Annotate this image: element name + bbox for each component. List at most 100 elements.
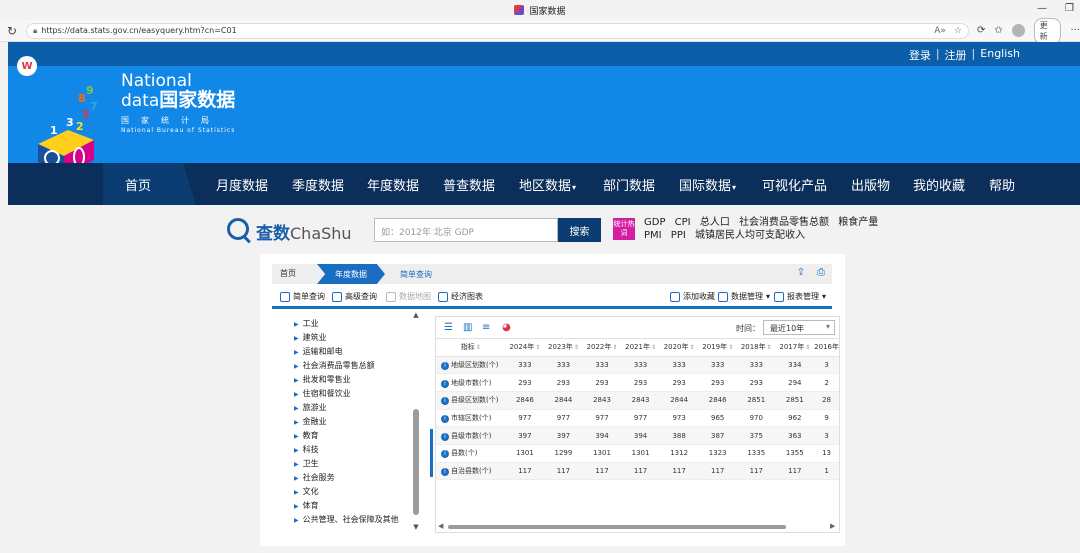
share-icon[interactable]: ⇪	[795, 267, 807, 280]
nav-item-quarterly[interactable]: 季度数据	[292, 175, 344, 194]
nav-item-regional[interactable]: 地区数据▾	[519, 175, 576, 194]
info-icon[interactable]: i	[441, 414, 449, 423]
add-favorite-button[interactable]: 添加收藏	[670, 291, 715, 302]
column-header[interactable]: 2019年⇕	[698, 339, 737, 357]
tree-scroll-thumb[interactable]	[413, 409, 419, 515]
nav-item-favorites[interactable]: 我的收藏	[913, 175, 965, 194]
tree-item[interactable]: 运输和邮电	[294, 346, 343, 357]
breadcrumb-annual[interactable]: 年度数据	[317, 264, 385, 284]
horizontal-scrollbar[interactable]: ◀ ▶	[436, 522, 839, 532]
tree-item[interactable]: 建筑业	[294, 332, 327, 343]
nav-item-visualization[interactable]: 可视化产品	[762, 175, 827, 194]
tree-item[interactable]: 批发和零售业	[294, 374, 351, 385]
info-icon[interactable]: i	[441, 397, 449, 406]
hot-word-link[interactable]: 总人口	[700, 217, 730, 228]
table-row[interactable]: i 地级区划数(个) 333 333 333 333 333 333 333 334 3	[436, 356, 839, 375]
report-management-button[interactable]: 报表管理 ▾	[774, 291, 826, 302]
data-map-button[interactable]: 数据地图	[386, 291, 431, 302]
simple-query-button[interactable]: 简单查询	[280, 291, 325, 302]
tree-item[interactable]: 旅游业	[294, 402, 327, 413]
hot-word-link[interactable]: CPI	[675, 217, 691, 228]
nav-item-annual[interactable]: 年度数据	[367, 175, 419, 194]
scroll-up-icon[interactable]: ▲	[412, 311, 420, 319]
data-management-button[interactable]: 数据管理 ▾	[718, 291, 770, 302]
search-input[interactable]: 如：2012年 北京 GDP	[374, 218, 558, 242]
breadcrumb-simple-query[interactable]: 简单查询	[400, 269, 432, 280]
table-row[interactable]: i 市辖区数(个) 977 977 977 977 973 965 970 962 9	[436, 409, 839, 428]
weibo-icon[interactable]: W	[17, 56, 37, 76]
scroll-left-icon[interactable]: ◀	[438, 522, 443, 530]
nav-item-department[interactable]: 部门数据	[603, 175, 655, 194]
column-header[interactable]: 2023年⇕	[544, 339, 583, 357]
hot-word-link[interactable]: 社会消费品零售总额	[739, 217, 829, 228]
table-row[interactable]: i 县数(个) 1301 1299 1301 1301 1312 1323 1335 1355 13	[436, 444, 839, 463]
nav-item-help[interactable]: 帮助	[989, 175, 1015, 194]
tree-item[interactable]: 金融业	[294, 416, 327, 427]
scroll-down-icon[interactable]: ▼	[412, 523, 420, 531]
info-icon[interactable]: i	[441, 450, 449, 459]
tree-item[interactable]: 卫生	[294, 458, 319, 469]
tree-item[interactable]: 教育	[294, 430, 319, 441]
url-field[interactable]: 🔒︎ https://data.stats.gov.cn/easyquery.h…	[25, 22, 969, 39]
read-aloud-icon[interactable]: A»	[934, 26, 946, 36]
english-link[interactable]: English	[980, 47, 1020, 63]
sort-icon[interactable]: ≡	[482, 323, 494, 333]
login-link[interactable]: 登录	[909, 47, 931, 63]
hot-word-link[interactable]: PMI	[644, 230, 662, 241]
refresh-icon[interactable]: ↻	[2, 24, 22, 38]
table-view-icon[interactable]: ☰	[444, 323, 456, 333]
breadcrumb-home[interactable]: 首页	[280, 268, 296, 279]
maximize-icon[interactable]: ❐	[1065, 3, 1074, 14]
econ-chart-button[interactable]: 经济图表	[438, 291, 483, 302]
bar-chart-icon[interactable]: ▥	[463, 323, 475, 333]
profile-avatar[interactable]	[1011, 24, 1025, 37]
tree-item[interactable]: 社会服务	[294, 472, 335, 483]
scroll-right-icon[interactable]: ▶	[830, 522, 835, 530]
table-row[interactable]: i 地级市数(个) 293 293 293 293 293 293 293 294 2	[436, 373, 839, 392]
hot-word-link[interactable]: 粮食产量	[838, 217, 878, 228]
favorite-star-icon[interactable]: ☆	[954, 26, 962, 36]
table-row[interactable]: i 县级区划数(个) 2846 2844 2843 2843 2844 2846 2851 285…	[436, 391, 839, 410]
advanced-query-button[interactable]: 高级查询	[332, 291, 377, 302]
tree-item[interactable]: 文化	[294, 486, 319, 497]
search-button[interactable]: 搜索	[558, 218, 601, 242]
column-header[interactable]: 2018年⇕	[736, 339, 776, 357]
horizontal-scroll-thumb[interactable]	[448, 525, 786, 529]
tree-scrollbar[interactable]: ▲ ▼	[412, 311, 420, 533]
column-header[interactable]: 指标⇕	[436, 339, 506, 357]
column-header[interactable]: 2024年⇕	[505, 339, 545, 357]
nav-item-international[interactable]: 国际数据▾	[679, 175, 736, 194]
tree-item[interactable]: 社会消费品零售总额	[294, 360, 375, 371]
tree-item[interactable]: 住宿和餐饮业	[294, 388, 351, 399]
pie-chart-icon[interactable]: ◕	[502, 323, 514, 333]
site-logo-icon[interactable]: 9 8 7 5 1 2 3	[26, 82, 104, 174]
nav-item-publications[interactable]: 出版物	[851, 175, 890, 194]
table-row[interactable]: i 自治县数(个) 117 117 117 117 117 117 117 117 1	[436, 462, 839, 481]
nav-item-home[interactable]: 首页	[125, 175, 151, 194]
favorites-icon[interactable]: ✩	[994, 25, 1002, 36]
minimize-icon[interactable]: —	[1037, 3, 1047, 14]
tree-item[interactable]: 体育	[294, 500, 319, 511]
print-icon[interactable]: ⎙	[815, 267, 827, 280]
time-range-select[interactable]: 最近10年	[763, 320, 835, 335]
nav-item-census[interactable]: 普查数据	[443, 175, 495, 194]
update-button[interactable]: 更新	[1033, 17, 1062, 44]
extensions-icon[interactable]: ⟳	[977, 25, 985, 36]
tree-item[interactable]: 公共管理、社会保障及其他	[294, 514, 399, 525]
tree-item[interactable]: 科技	[294, 444, 319, 455]
column-header[interactable]: 2017年⇕	[775, 339, 815, 357]
info-icon[interactable]: i	[441, 379, 449, 388]
info-icon[interactable]: i	[441, 361, 449, 370]
register-link[interactable]: 注册	[945, 47, 967, 63]
info-icon[interactable]: i	[441, 467, 449, 476]
nav-item-monthly[interactable]: 月度数据	[216, 175, 268, 194]
info-icon[interactable]: i	[441, 432, 449, 441]
column-header[interactable]: 2021年⇕	[621, 339, 660, 357]
column-header[interactable]: 2022年⇕	[582, 339, 622, 357]
table-row[interactable]: i 县级市数(个) 397 397 394 394 388 387 375 363 3	[436, 426, 839, 445]
hot-word-link[interactable]: 城镇居民人均可支配收入	[695, 230, 805, 241]
column-header[interactable]: 2016年	[814, 339, 839, 357]
hot-word-link[interactable]: PPI	[671, 230, 686, 241]
hot-word-link[interactable]: GDP	[644, 217, 665, 228]
tree-item[interactable]: 工业	[294, 318, 319, 329]
